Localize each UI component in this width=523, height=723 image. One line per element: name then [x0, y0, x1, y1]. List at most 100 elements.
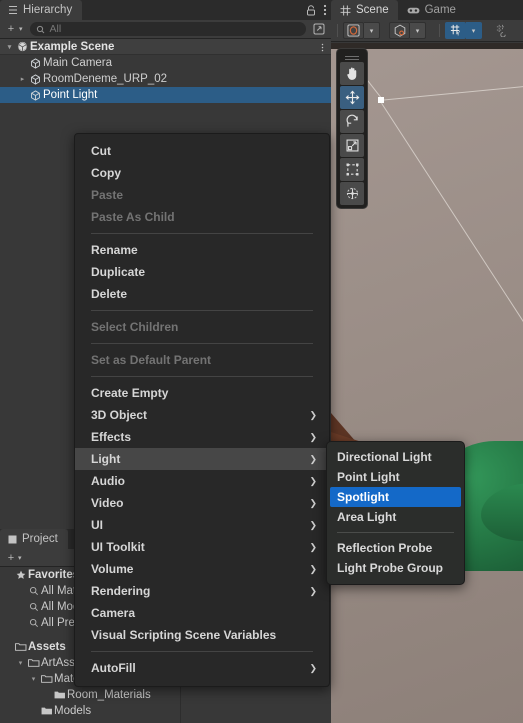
hand-tool[interactable] — [340, 62, 364, 85]
tab-hierarchy[interactable]: Hierarchy — [0, 0, 83, 20]
context-menu-item-volume[interactable]: Volume ❯ — [75, 558, 329, 580]
hierarchy-row-label: RoomDeneme_URP_02 — [43, 73, 168, 85]
grid-visibility-button[interactable]: Y — [445, 22, 466, 39]
toolbar-separator — [337, 24, 338, 37]
project-row-label: Models — [54, 705, 92, 717]
context-menu-item-ui[interactable]: UI ❯ — [75, 514, 329, 536]
move-arrows-icon — [345, 90, 360, 105]
submenu-item-spotlight[interactable]: Spotlight — [330, 487, 461, 507]
move-tool[interactable] — [340, 86, 364, 109]
grid-scene-icon — [340, 5, 351, 16]
tab-game[interactable]: Game — [397, 0, 465, 20]
popout-icon[interactable] — [310, 22, 327, 37]
context-menu-item-cut[interactable]: Cut — [75, 140, 329, 162]
scene-viewport[interactable] — [331, 43, 523, 723]
scene-tool-palette — [336, 48, 368, 209]
context-menu-item-create-empty[interactable]: Create Empty — [75, 382, 329, 404]
expand-twisty-icon[interactable]: ▾ — [15, 659, 26, 667]
hierarchy-context-menu[interactable]: Cut Copy Paste Paste As Child Rename Duplicat… — [74, 133, 330, 687]
context-menu-item-visual-scripting-scene-variables[interactable]: Visual Scripting Scene Variables — [75, 624, 329, 646]
search-dropdown-icon[interactable] — [36, 25, 46, 34]
2d-toggle-button-dropdown[interactable]: ▾ — [410, 22, 426, 39]
unity-scene-icon — [15, 41, 30, 52]
project-add-button[interactable]: + — [4, 552, 18, 564]
project-row-room-materials[interactable]: Room_Materials — [0, 687, 180, 703]
add-gameobject-button[interactable]: + — [4, 23, 18, 35]
context-menu-item-copy[interactable]: Copy — [75, 162, 329, 184]
draw-mode-button[interactable] — [343, 22, 364, 39]
context-menu-item-3d-object[interactable]: 3D Object ❯ — [75, 404, 329, 426]
context-menu-item-light[interactable]: Light ❯ — [75, 448, 329, 470]
chevron-right-icon: ❯ — [309, 585, 317, 596]
grid-visibility-button-dropdown[interactable]: ▾ — [466, 22, 482, 39]
expand-twisty-icon[interactable]: ▾ — [4, 43, 15, 51]
context-menu-item-autofill[interactable]: AutoFill ❯ — [75, 657, 329, 679]
hierarchy-row-label: Example Scene — [30, 40, 115, 53]
folder-icon — [52, 690, 67, 700]
folder-open-icon — [39, 674, 54, 684]
rotate-tool[interactable] — [340, 110, 364, 133]
shaded-mode-icon — [347, 24, 360, 37]
submenu-item-area-light[interactable]: Area Light — [327, 507, 464, 527]
hierarchy-row-example-scene[interactable]: ▾ Example Scene — [0, 39, 331, 55]
context-menu-item-label: Video — [91, 496, 124, 510]
context-menu-separator — [91, 343, 313, 344]
scale-tool[interactable] — [340, 134, 364, 157]
gameobject-cube-icon — [28, 73, 43, 85]
draw-mode-button-dropdown[interactable]: ▾ — [364, 22, 380, 39]
submenu-item-reflection-probe[interactable]: Reflection Probe — [327, 538, 464, 558]
expand-twisty-icon[interactable]: ▾ — [28, 675, 39, 683]
scene-panel: Scene Game ▾ ▾ Y ▾ — [331, 0, 523, 723]
grid-y-axis-icon: Y — [449, 24, 463, 37]
hierarchy-icon — [8, 5, 18, 15]
context-menu-item-label: Select Children — [91, 320, 179, 334]
light-gizmo-handle[interactable] — [378, 97, 384, 103]
kebab-menu-icon[interactable] — [323, 4, 327, 16]
2d-toggle-button[interactable] — [389, 22, 410, 39]
hand-icon — [345, 66, 360, 81]
snap-increment-button[interactable] — [491, 22, 512, 39]
context-menu-item-ui-toolkit[interactable]: UI Toolkit ❯ — [75, 536, 329, 558]
tab-project[interactable]: Project — [0, 529, 68, 549]
expand-twisty-icon[interactable]: ▸ — [17, 75, 28, 83]
lock-icon[interactable] — [306, 4, 316, 16]
palette-drag-handle[interactable] — [340, 52, 364, 61]
project-row-label: Room_Materials — [67, 689, 151, 701]
scene-tab-label: Game — [424, 4, 456, 16]
submenu-item-light-probe-group[interactable]: Light Probe Group — [327, 558, 464, 578]
context-menu-item-delete[interactable]: Delete — [75, 283, 329, 305]
context-menu-separator — [91, 651, 313, 652]
add-gameobject-caret-icon[interactable]: ▾ — [19, 25, 23, 33]
hierarchy-row-main-camera[interactable]: Main Camera — [0, 55, 331, 71]
context-menu-item-camera[interactable]: Camera — [75, 602, 329, 624]
hierarchy-row-roomdeneme-urp-02[interactable]: ▸ RoomDeneme_URP_02 — [0, 71, 331, 87]
submenu-item-point-light[interactable]: Point Light — [327, 467, 464, 487]
context-menu-item-label: UI Toolkit — [91, 540, 145, 554]
context-menu-item-label: Audio — [91, 474, 125, 488]
context-menu-item-label: Create Empty — [91, 386, 169, 400]
context-menu-item-label: Camera — [91, 606, 136, 620]
tab-scene[interactable]: Scene — [331, 0, 398, 20]
star-icon — [13, 570, 28, 580]
project-add-caret-icon[interactable]: ▾ — [18, 554, 22, 562]
light-submenu[interactable]: Directional Light Point Light Spotlight Are… — [326, 441, 465, 585]
search-placeholder: All — [49, 23, 62, 35]
hierarchy-row-point-light[interactable]: Point Light — [0, 87, 331, 103]
scene-kebab-icon[interactable] — [321, 39, 324, 55]
tab-project-label: Project — [22, 533, 58, 545]
context-menu-item-duplicate[interactable]: Duplicate — [75, 261, 329, 283]
search-icon — [26, 618, 41, 628]
submenu-item-directional-light[interactable]: Directional Light — [327, 447, 464, 467]
rect-tool[interactable] — [340, 158, 364, 181]
context-menu-item-rename[interactable]: Rename — [75, 239, 329, 261]
context-menu-item-effects[interactable]: Effects ❯ — [75, 426, 329, 448]
chevron-right-icon: ❯ — [309, 541, 317, 552]
context-menu-item-audio[interactable]: Audio ❯ — [75, 470, 329, 492]
context-menu-item-rendering[interactable]: Rendering ❯ — [75, 580, 329, 602]
transform-tool[interactable] — [340, 182, 364, 205]
context-menu-item-paste: Paste — [75, 184, 329, 206]
project-row-models[interactable]: Models — [0, 703, 180, 719]
project-row-label: Favorites — [28, 569, 80, 581]
context-menu-item-video[interactable]: Video ❯ — [75, 492, 329, 514]
search-input[interactable]: All — [29, 22, 306, 36]
